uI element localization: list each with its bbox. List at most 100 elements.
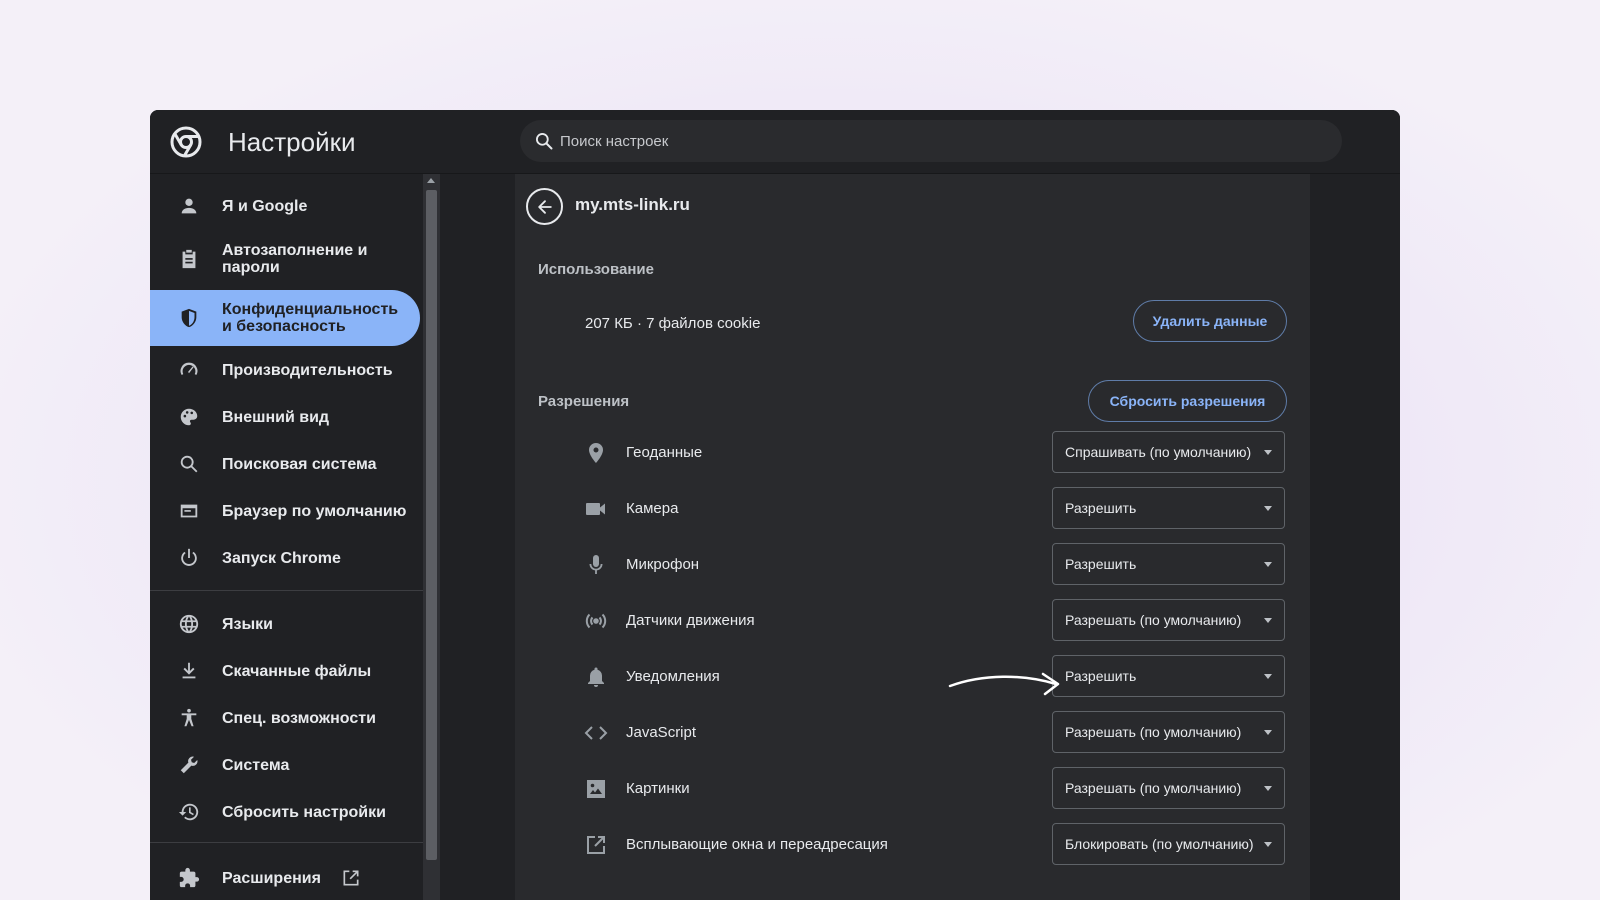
permission-label: Картинки [626,780,690,797]
sidebar-item-extensions[interactable]: Расширения [150,858,424,898]
select-value: Блокировать (по умолчанию) [1065,836,1254,852]
select-value: Разрешать (по умолчанию) [1065,612,1242,628]
search-icon [178,453,200,475]
permission-select-motion-sensors[interactable]: Разрешать (по умолчанию) [1052,599,1285,641]
permission-label: Камера [626,500,679,517]
sidebar-item-downloads[interactable]: Скачанные файлы [150,651,424,691]
bell-icon [584,665,608,689]
permission-row-location: Геоданные Спрашивать (по умолчанию) [515,426,1310,482]
sidebar-item-label: Производительность [222,361,393,379]
sidebar-divider [150,842,424,843]
permission-select-camera[interactable]: Разрешить [1052,487,1285,529]
permission-select-location[interactable]: Спрашивать (по умолчанию) [1052,431,1285,473]
clipboard-icon [178,248,200,270]
open-external-icon [584,833,608,857]
permission-select-popups[interactable]: Блокировать (по умолчанию) [1052,823,1285,865]
sidebar-item-search-engine[interactable]: Поисковая система [150,444,424,484]
permission-row-notifications: Уведомления Разрешить [515,650,1310,706]
shield-icon [178,307,200,329]
microphone-icon [584,553,608,577]
chrome-logo-icon [170,126,202,158]
location-pin-icon [584,441,608,465]
caret-down-icon [1264,506,1272,511]
sidebar-item-system[interactable]: Система [150,745,424,785]
caret-down-icon [1264,618,1272,623]
select-value: Разрешать (по умолчанию) [1065,724,1242,740]
code-icon [584,721,608,745]
permission-label: Всплывающие окна и переадресация [626,836,888,853]
image-icon [584,777,608,801]
permission-label: Геоданные [626,444,703,461]
sidebar-item-privacy-security[interactable]: Конфиденциальность и безопасность [150,290,420,346]
caret-down-icon [1264,842,1272,847]
sidebar-item-autofill[interactable]: Автозаполнение и пароли [150,234,424,284]
sidebar-item-label: Браузер по умолчанию [222,502,407,520]
sidebar-item-label: Внешний вид [222,408,330,426]
permission-row-images: Картинки Разрешать (по умолчанию) [515,762,1310,818]
permission-label: JavaScript [626,724,697,741]
usage-text: 207 КБ · 7 файлов cookie [585,315,761,332]
delete-data-button[interactable]: Удалить данные [1133,300,1287,342]
select-value: Спрашивать (по умолчанию) [1065,444,1252,460]
sidebar-item-languages[interactable]: Языки [150,604,424,644]
arrow-back-icon [537,199,552,214]
caret-down-icon [1264,562,1272,567]
wrench-icon [178,754,200,776]
scroll-up-arrow-icon[interactable] [427,178,435,183]
search-input[interactable] [560,120,1320,162]
sidebar-item-label: Расширения [222,869,321,887]
sidebar-item-label: Конфиденциальность и безопасность [222,301,399,335]
sidebar-item-performance[interactable]: Производительность [150,350,424,390]
caret-down-icon [1264,450,1272,455]
permission-select-microphone[interactable]: Разрешить [1052,543,1285,585]
browser-icon [178,500,200,522]
globe-icon [178,613,200,635]
sidebar-item-label: Сбросить настройки [222,803,386,821]
sidebar-item-accessibility[interactable]: Спец. возможности [150,698,424,738]
motion-sensor-icon [584,609,608,633]
caret-down-icon [1264,674,1272,679]
select-value: Разрешить [1065,500,1137,516]
person-icon [178,195,200,217]
puzzle-icon [178,867,200,889]
permission-row-microphone: Микрофон Разрешить [515,538,1310,594]
sidebar-item-label: Система [222,756,290,774]
history-icon [178,801,200,823]
site-name: my.mts-link.ru [575,195,690,214]
scrollbar-thumb[interactable] [426,190,437,860]
back-button[interactable] [526,188,563,225]
permissions-section-title: Разрешения [538,393,630,410]
sidebar-item-you-and-google[interactable]: Я и Google [150,186,424,226]
settings-window: Настройки Я и Google Автозаполнение и па… [150,110,1400,900]
select-value: Разрешить [1065,556,1137,572]
power-icon [178,547,200,569]
usage-section-title: Использование [538,261,654,278]
search-bar[interactable] [520,120,1342,162]
sidebar-scrollbar[interactable] [423,174,440,900]
camera-icon [584,497,608,521]
download-icon [178,660,200,682]
permission-select-javascript[interactable]: Разрешать (по умолчанию) [1052,711,1285,753]
permission-label: Микрофон [626,556,700,573]
sidebar-item-default-browser[interactable]: Браузер по умолчанию [150,491,424,531]
right-gutter [1310,174,1400,900]
accessibility-icon [178,707,200,729]
permission-select-notifications[interactable]: Разрешить [1052,655,1285,697]
sidebar-item-reset-settings[interactable]: Сбросить настройки [150,792,424,832]
sidebar-item-label: Запуск Chrome [222,549,341,567]
select-value: Разрешить [1065,668,1137,684]
sidebar-item-label: Скачанные файлы [222,662,372,680]
permission-label: Датчики движения [626,612,755,629]
permission-label: Уведомления [626,668,720,685]
sidebar-item-on-startup[interactable]: Запуск Chrome [150,538,424,578]
permission-row-javascript: JavaScript Разрешать (по умолчанию) [515,706,1310,762]
sidebar-item-appearance[interactable]: Внешний вид [150,397,424,437]
header-bar: Настройки [150,110,1400,174]
select-value: Разрешать (по умолчанию) [1065,780,1242,796]
permission-row-camera: Камера Разрешить [515,482,1310,538]
permission-row-popups: Всплывающие окна и переадресация Блокиро… [515,818,1310,874]
speedometer-icon [178,359,200,381]
permission-select-images[interactable]: Разрешать (по умолчанию) [1052,767,1285,809]
page-title: Настройки [228,127,356,157]
reset-permissions-button[interactable]: Сбросить разрешения [1088,380,1287,422]
